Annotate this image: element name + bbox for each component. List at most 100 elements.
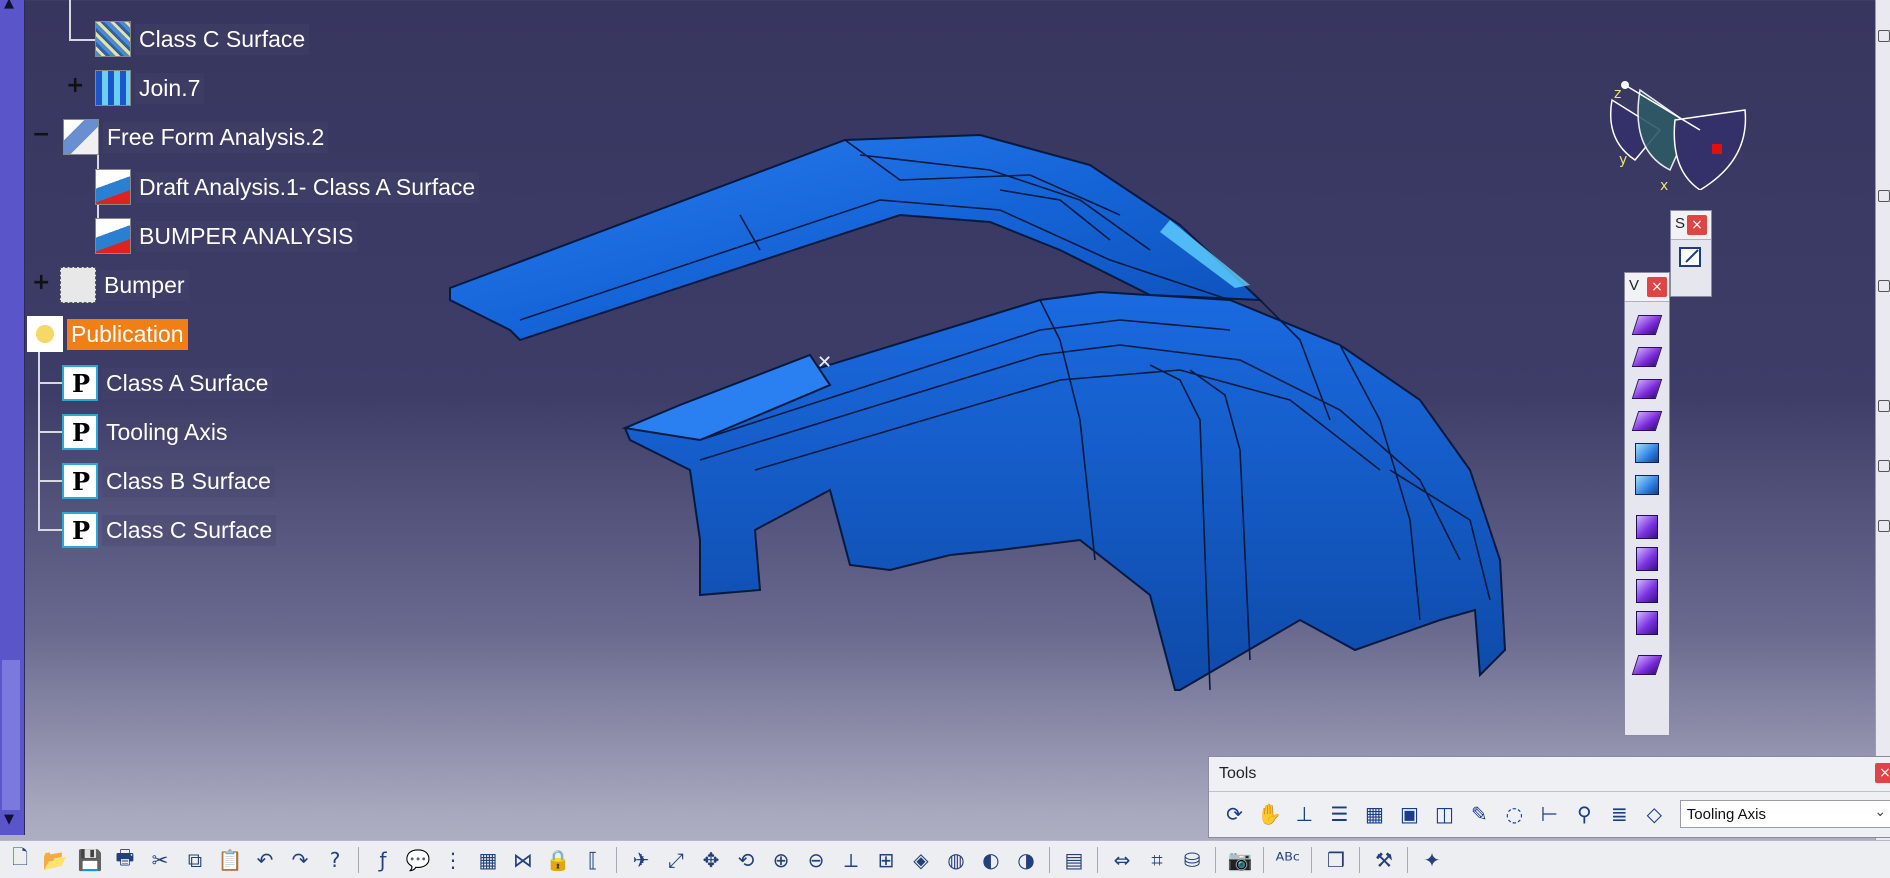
workbench-switch-icon[interactable]: ✦	[1417, 845, 1447, 875]
formula-icon[interactable]: ƒ	[368, 845, 398, 875]
tree-item-label: Bumper	[100, 269, 189, 301]
new-file-icon[interactable]: 🗋	[5, 845, 35, 875]
publication-icon	[62, 512, 98, 548]
collapse-minus-icon[interactable]: −	[32, 124, 50, 146]
open-folder-icon[interactable]: 📂	[40, 845, 70, 875]
capture-icon[interactable]: 📷	[1225, 845, 1255, 875]
tree-structure-icon[interactable]: ☰	[1324, 798, 1355, 830]
tree-item-label: Draft Analysis.1- Class A Surface	[135, 171, 480, 203]
tree-item-selected[interactable]: Publication	[27, 315, 188, 353]
multisection-button[interactable]	[1632, 438, 1662, 468]
close-icon[interactable]: ×	[1687, 215, 1707, 235]
tree-item[interactable]: Class C Surface	[95, 20, 310, 58]
compass-z-label: z	[1614, 86, 1621, 102]
list-icon[interactable]: ≣	[1604, 798, 1635, 830]
rotate-icon[interactable]: ⟲	[731, 845, 761, 875]
zoom-out-icon[interactable]: ⊖	[801, 845, 831, 875]
pad-button[interactable]	[1632, 512, 1662, 542]
tree-item-label: Free Form Analysis.2	[103, 121, 329, 153]
revolve-button[interactable]	[1631, 342, 1663, 372]
tree-item[interactable]: Class A Surface	[62, 364, 273, 402]
close-icon[interactable]: ×	[1875, 763, 1890, 783]
copy-icon[interactable]: ⧉	[180, 845, 210, 875]
comment-icon[interactable]: 💬	[403, 845, 433, 875]
fly-mode-icon[interactable]: ✈	[626, 845, 656, 875]
grid-icon[interactable]: ▦	[1359, 798, 1390, 830]
pan-icon[interactable]: ✥	[696, 845, 726, 875]
shading-icon[interactable]: ◍	[941, 845, 971, 875]
surfaces-toolbar[interactable]: V ×	[1624, 272, 1670, 736]
publication-icon	[62, 365, 98, 401]
tree-item[interactable]: Class B Surface	[62, 462, 275, 500]
sketch-button[interactable]	[1676, 242, 1706, 272]
sketcher-toolbar[interactable]: S ×	[1670, 210, 1712, 297]
bottom-toolbar: 🗋 📂 💾 🖶 ✂ ⧉ 📋 ↶ ↷ ? ƒ 💬 ⋮ ▦ ⋈ 🔒 ⟦ ✈ ⤢ ✥ …	[0, 840, 1890, 878]
shaft-button[interactable]	[1632, 544, 1662, 574]
fill-button[interactable]	[1631, 406, 1663, 436]
tree-item[interactable]: Bumper	[60, 266, 189, 304]
blend-button[interactable]	[1632, 470, 1662, 500]
tree-item[interactable]: Free Form Analysis.2	[63, 118, 329, 156]
swap-visible-icon[interactable]: ◑	[1011, 845, 1041, 875]
tools-toolbar[interactable]: Tools × ⟳ ✋ ⊥ ☰ ▦ ▣ ◫ ✎ ◌ ⊢ ⚲ ≣ ◇ Toolin…	[1208, 756, 1890, 838]
hierarchy-icon[interactable]: ⊢	[1534, 798, 1565, 830]
lock-icon[interactable]: 🔒	[543, 845, 573, 875]
hide-show-icon[interactable]: ◐	[976, 845, 1006, 875]
zoom-in-icon[interactable]: ⊕	[766, 845, 796, 875]
3d-view-icon[interactable]: ◫	[1429, 798, 1460, 830]
relations-icon[interactable]: ⋈	[508, 845, 538, 875]
toolbar-title: V	[1629, 277, 1640, 294]
tree-item[interactable]: Join.7	[95, 69, 205, 107]
tree-item[interactable]: Class C Surface	[62, 511, 277, 549]
redo-icon[interactable]: ↷	[285, 845, 315, 875]
extrude-button[interactable]	[1631, 310, 1663, 340]
sweep-button[interactable]	[1631, 374, 1663, 404]
iso-view-icon[interactable]: ◈	[906, 845, 936, 875]
expand-plus-icon[interactable]: +	[32, 272, 50, 294]
close-surface-button[interactable]	[1632, 608, 1662, 638]
save-icon[interactable]: 💾	[75, 845, 105, 875]
parameters-icon[interactable]: ⟦	[578, 845, 608, 875]
publication-gear-icon	[27, 316, 63, 352]
axis-select-value: Tooling Axis	[1686, 805, 1767, 823]
multi-view-icon[interactable]: ⊞	[871, 845, 901, 875]
normal-view-icon[interactable]: ⟂	[836, 845, 866, 875]
apply-material-icon[interactable]: ▤	[1059, 845, 1089, 875]
hide-show-icon[interactable]: ◌	[1499, 798, 1530, 830]
whats-this-icon[interactable]: ?	[320, 845, 350, 875]
update-icon[interactable]: ⟳	[1219, 798, 1250, 830]
draft-analysis-icon	[95, 218, 131, 254]
work-on-support-icon[interactable]: ▣	[1394, 798, 1425, 830]
compass-x-label: x	[1660, 178, 1668, 190]
paste-icon[interactable]: 📋	[215, 845, 245, 875]
measure-inertia-icon[interactable]: ⛁	[1177, 845, 1207, 875]
compass-icon[interactable]: z y x	[1600, 70, 1760, 190]
plane-icon[interactable]: ◇	[1639, 798, 1670, 830]
tree-item[interactable]: BUMPER ANALYSIS	[95, 217, 358, 255]
workbench-icon[interactable]: ⚒	[1369, 845, 1399, 875]
chevron-down-icon: ⌄	[1874, 803, 1887, 819]
tree-item-label: Publication	[67, 318, 188, 350]
measure-between-icon[interactable]: ⇔	[1107, 845, 1137, 875]
search-icon[interactable]: ⚲	[1569, 798, 1600, 830]
catalog-icon[interactable]: ❒	[1321, 845, 1351, 875]
axis-select[interactable]: Tooling Axis ⌄	[1679, 800, 1890, 828]
pan-hand-icon[interactable]: ✋	[1254, 798, 1285, 830]
tree-item[interactable]: Tooling Axis	[62, 413, 232, 451]
close-icon[interactable]: ×	[1647, 277, 1667, 297]
snap-icon[interactable]: ✎	[1464, 798, 1495, 830]
print-icon[interactable]: 🖶	[110, 845, 140, 875]
publication-icon	[62, 463, 98, 499]
axis-system-icon[interactable]: ⊥	[1289, 798, 1320, 830]
cut-icon[interactable]: ✂	[145, 845, 175, 875]
measure-item-icon[interactable]: ⌗	[1142, 845, 1172, 875]
annotation-icon[interactable]: ᴬᴮᶜ	[1273, 845, 1303, 875]
undo-icon[interactable]: ↶	[250, 845, 280, 875]
boolean-button[interactable]	[1631, 650, 1663, 680]
thick-surface-button[interactable]	[1632, 576, 1662, 606]
expand-plus-icon[interactable]: +	[66, 75, 84, 97]
knowledge-icon[interactable]: ⋮	[438, 845, 468, 875]
table-icon[interactable]: ▦	[473, 845, 503, 875]
fit-all-icon[interactable]: ⤢	[661, 845, 691, 875]
tree-item[interactable]: Draft Analysis.1- Class A Surface	[95, 168, 480, 206]
